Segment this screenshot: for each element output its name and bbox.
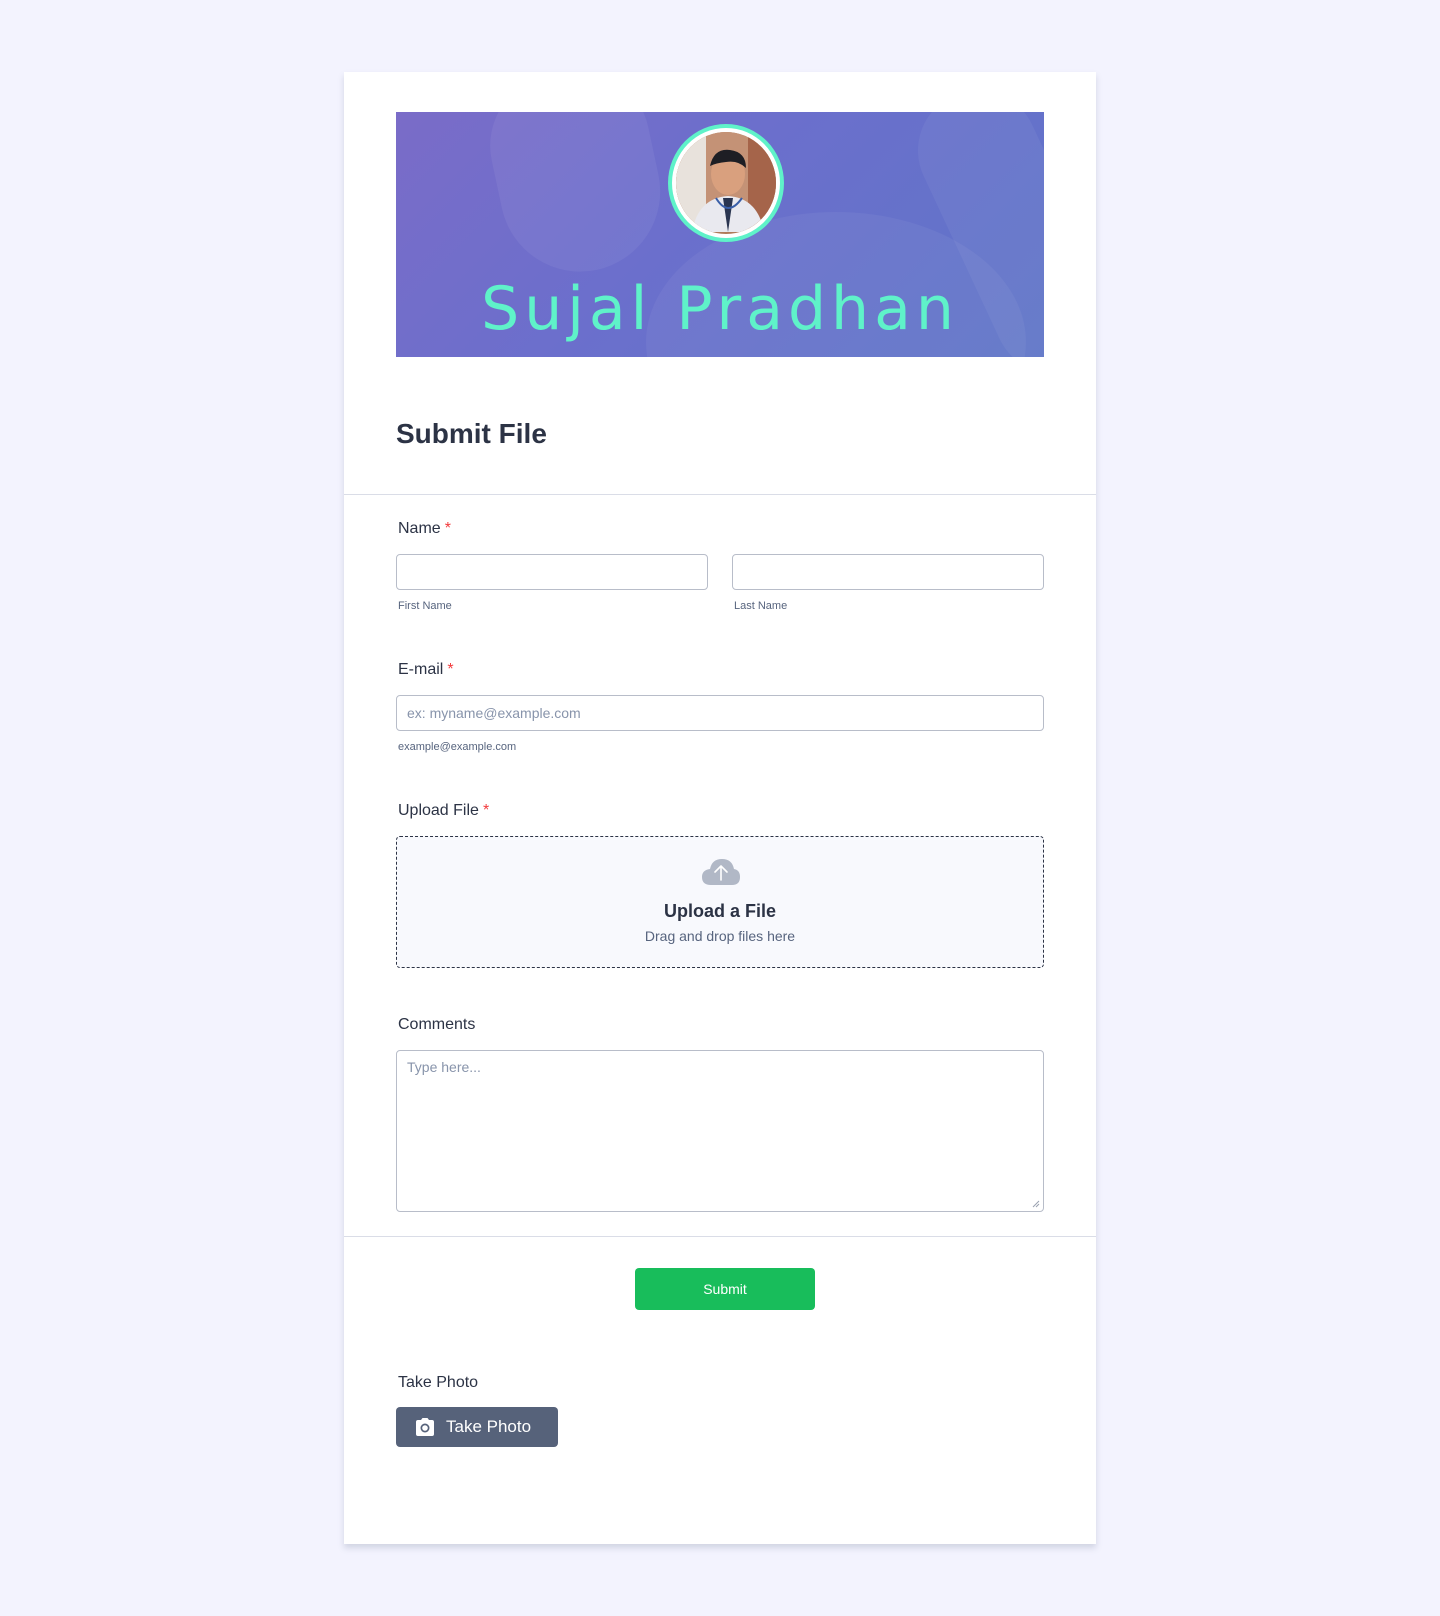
section-divider (344, 494, 1096, 495)
banner-name: Sujal Pradhan (481, 274, 959, 344)
person-photo-icon (676, 132, 776, 232)
file-dropzone[interactable]: Upload a File Drag and drop files here (396, 836, 1044, 968)
first-name-sublabel: First Name (398, 600, 452, 612)
required-mark: * (447, 661, 454, 678)
banner-decoration (476, 112, 676, 287)
required-mark: * (444, 520, 451, 537)
email-sublabel: example@example.com (398, 741, 517, 753)
take-photo-label: Take Photo (398, 1374, 479, 1391)
cloud-upload-icon (702, 859, 740, 885)
section-divider (344, 1236, 1096, 1237)
comments-textarea[interactable]: Type here... (396, 1050, 1044, 1212)
submit-button[interactable]: Submit (635, 1268, 815, 1310)
camera-icon (416, 1418, 434, 1436)
comments-label: Comments (398, 1016, 476, 1033)
upload-subtitle: Drag and drop files here (644, 928, 796, 944)
upload-label: Upload File * (398, 802, 490, 819)
required-mark: * (482, 802, 490, 819)
form-card: Sujal Pradhan Submit File Name * First Na… (344, 72, 1096, 1544)
upload-title: Upload a File (663, 901, 777, 921)
avatar-photo (676, 132, 776, 234)
header-banner: Sujal Pradhan (396, 112, 1044, 357)
email-label: E-mail * (398, 661, 454, 678)
resize-grip-icon[interactable] (1032, 1200, 1040, 1208)
take-photo-button[interactable]: Take Photo (396, 1407, 558, 1447)
email-input[interactable]: ex: myname@example.com (396, 695, 1044, 731)
take-photo-button-label: Take Photo (446, 1417, 532, 1436)
page-title: Submit File (396, 418, 547, 449)
name-label: Name * (398, 520, 451, 537)
comments-placeholder: Type here... (407, 1059, 481, 1075)
last-name-sublabel: Last Name (734, 600, 788, 612)
last-name-input[interactable] (732, 554, 1044, 590)
avatar (668, 124, 784, 242)
first-name-input[interactable] (396, 554, 708, 590)
